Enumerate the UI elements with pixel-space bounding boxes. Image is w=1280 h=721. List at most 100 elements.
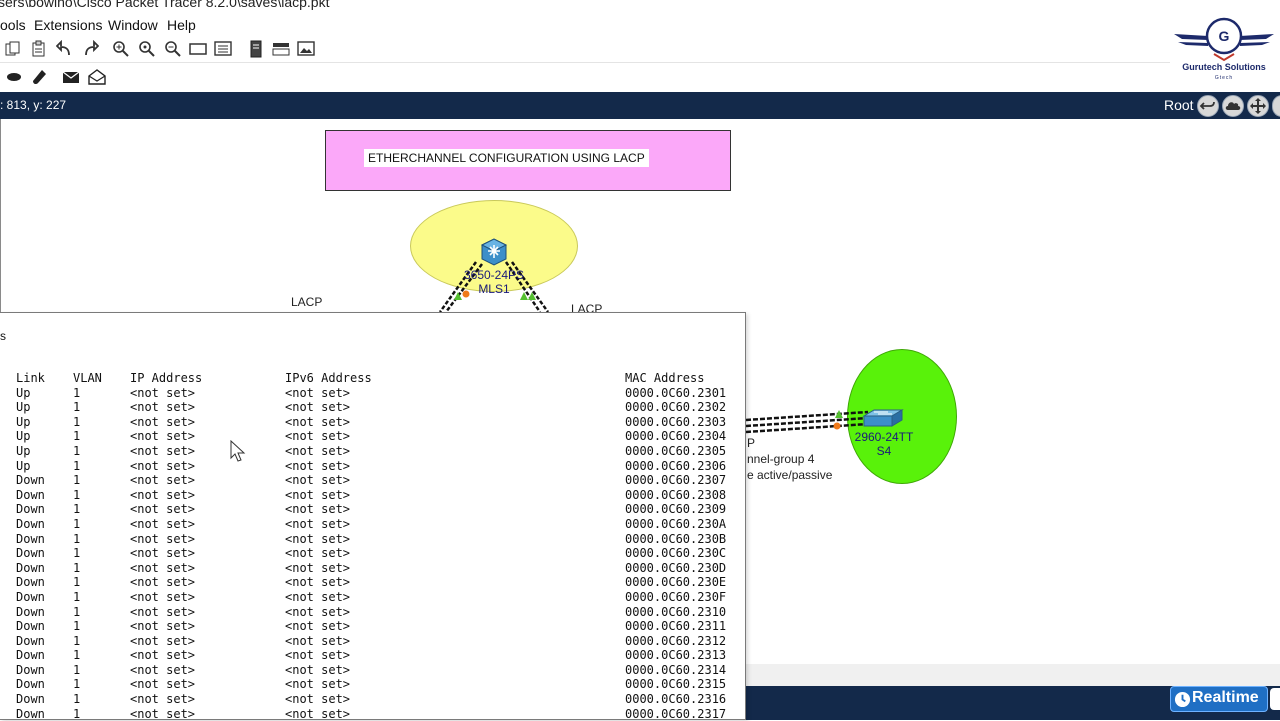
cell-link: Up [16, 385, 31, 400]
cell-ipv6: <not set> [285, 575, 351, 590]
cell-ipv6: <not set> [285, 662, 351, 677]
cell-ipv6: <not set> [285, 546, 351, 561]
cell-link: Up [16, 429, 31, 444]
cell-ip: <not set> [130, 662, 196, 677]
cell-mac: 0000.0C60.2301 [625, 385, 727, 400]
cell-vlan: 1 [73, 706, 81, 721]
simulation-mode-button[interactable] [1270, 688, 1280, 710]
cell-vlan: 1 [73, 531, 81, 546]
cell-ip: <not set> [130, 560, 196, 575]
cell-ipv6: <not set> [285, 400, 351, 415]
cell-ipv6: <not set> [285, 633, 351, 648]
cell-ipv6: <not set> [285, 516, 351, 531]
cell-ip: <not set> [130, 458, 196, 473]
table-row: Down 1 <not set> <not set> 0000.0C60.230D [0, 561, 744, 576]
cell-mac: 0000.0C60.2316 [625, 692, 727, 707]
cell-vlan: 1 [73, 677, 81, 692]
clock-icon [1174, 691, 1191, 708]
cell-mac: 0000.0C60.2309 [625, 502, 727, 517]
cell-ipv6: <not set> [285, 473, 351, 488]
lacp-left-label[interactable]: LACP [291, 295, 322, 309]
table-row: Up 1 <not set> <not set> 0000.0C60.2304 [0, 429, 744, 444]
s4-model-label: 2960-24TT [854, 430, 914, 444]
cell-vlan: 1 [73, 385, 81, 400]
cell-mac: 0000.0C60.2306 [625, 458, 727, 473]
cell-link: Down [16, 633, 45, 648]
cell-link: Down [16, 619, 45, 634]
cell-ip: <not set> [130, 385, 196, 400]
cell-mac: 0000.0C60.2315 [625, 677, 727, 692]
cell-vlan: 1 [73, 458, 81, 473]
cell-mac: 0000.0C60.2303 [625, 414, 727, 429]
note-mode[interactable]: e active/passive [747, 468, 832, 482]
cell-ip: <not set> [130, 400, 196, 415]
table-row: Down 1 <not set> <not set> 0000.0C60.230C [0, 546, 744, 561]
cell-ip: <not set> [130, 516, 196, 531]
cell-mac: 0000.0C60.230A [625, 516, 727, 531]
table-row: Down 1 <not set> <not set> 0000.0C60.230E [0, 575, 744, 590]
cell-link: Down [16, 546, 45, 561]
note-p[interactable]: P [747, 436, 755, 450]
cell-vlan: 1 [73, 604, 81, 619]
cell-ip: <not set> [130, 619, 196, 634]
table-row: Down 1 <not set> <not set> 0000.0C60.2312 [0, 634, 744, 649]
cell-ip: <not set> [130, 706, 196, 721]
table-row: Down 1 <not set> <not set> 0000.0C60.2315 [0, 677, 744, 692]
cell-mac: 0000.0C60.2314 [625, 662, 727, 677]
cell-ip: <not set> [130, 648, 196, 663]
col-mac: MAC Address [625, 371, 705, 385]
cell-mac: 0000.0C60.2317 [625, 706, 727, 721]
cell-mac: 0000.0C60.2304 [625, 429, 727, 444]
table-row: Up 1 <not set> <not set> 0000.0C60.2302 [0, 400, 744, 415]
cell-ip: <not set> [130, 692, 196, 707]
cell-ipv6: <not set> [285, 414, 351, 429]
realtime-mode-button[interactable]: Realtime [1170, 686, 1268, 712]
cell-link: Down [16, 706, 45, 721]
cell-ipv6: <not set> [285, 589, 351, 604]
etherchannel-s4-link[interactable] [745, 410, 869, 434]
cell-mac: 0000.0C60.230D [625, 560, 727, 575]
cell-ipv6: <not set> [285, 604, 351, 619]
cell-mac: 0000.0C60.2312 [625, 633, 727, 648]
table-row: Up 1 <not set> <not set> 0000.0C60.2305 [0, 444, 744, 459]
cell-ipv6: <not set> [285, 648, 351, 663]
col-ip: IP Address [130, 371, 203, 385]
switch-icon[interactable] [862, 408, 904, 430]
cell-mac: 0000.0C60.2307 [625, 473, 727, 488]
cell-link: Down [16, 502, 45, 517]
note-channel-group[interactable]: nnel-group 4 [747, 452, 814, 466]
cell-vlan: 1 [73, 473, 81, 488]
cell-ipv6: <not set> [285, 706, 351, 721]
cell-mac: 0000.0C60.2313 [625, 648, 727, 663]
cell-ipv6: <not set> [285, 443, 351, 458]
cell-vlan: 1 [73, 443, 81, 458]
cell-ip: <not set> [130, 604, 196, 619]
cell-mac: 0000.0C60.2302 [625, 400, 727, 415]
cell-ipv6: <not set> [285, 619, 351, 634]
cell-vlan: 1 [73, 648, 81, 663]
cell-mac: 0000.0C60.2310 [625, 604, 727, 619]
cell-mac: 0000.0C60.230F [625, 589, 727, 604]
cell-ip: <not set> [130, 473, 196, 488]
cell-ip: <not set> [130, 633, 196, 648]
cell-link: Down [16, 560, 45, 575]
cell-link: Down [16, 487, 45, 502]
multilayer-switch-icon[interactable] [479, 236, 509, 266]
cell-ip: <not set> [130, 546, 196, 561]
cell-link: Down [16, 662, 45, 677]
table-row: Up 1 <not set> <not set> 0000.0C60.2301 [0, 386, 744, 401]
popup-title: s [0, 329, 6, 343]
cell-ipv6: <not set> [285, 560, 351, 575]
cell-vlan: 1 [73, 662, 81, 677]
cell-link: Up [16, 458, 31, 473]
port-status-table: Link VLAN IP Address IPv6 Address MAC Ad… [0, 371, 744, 721]
table-row: Down 1 <not set> <not set> 0000.0C60.2313 [0, 648, 744, 663]
cell-vlan: 1 [73, 502, 81, 517]
cell-vlan: 1 [73, 546, 81, 561]
cell-link: Down [16, 677, 45, 692]
realtime-label: Realtime [1192, 689, 1259, 706]
port-status-popup[interactable]: s Link VLAN IP Address IPv6 Address MAC … [0, 312, 746, 721]
table-row: Down 1 <not set> <not set> 0000.0C60.2316 [0, 692, 744, 707]
cell-mac: 0000.0C60.2311 [625, 619, 727, 634]
cell-ipv6: <not set> [285, 531, 351, 546]
